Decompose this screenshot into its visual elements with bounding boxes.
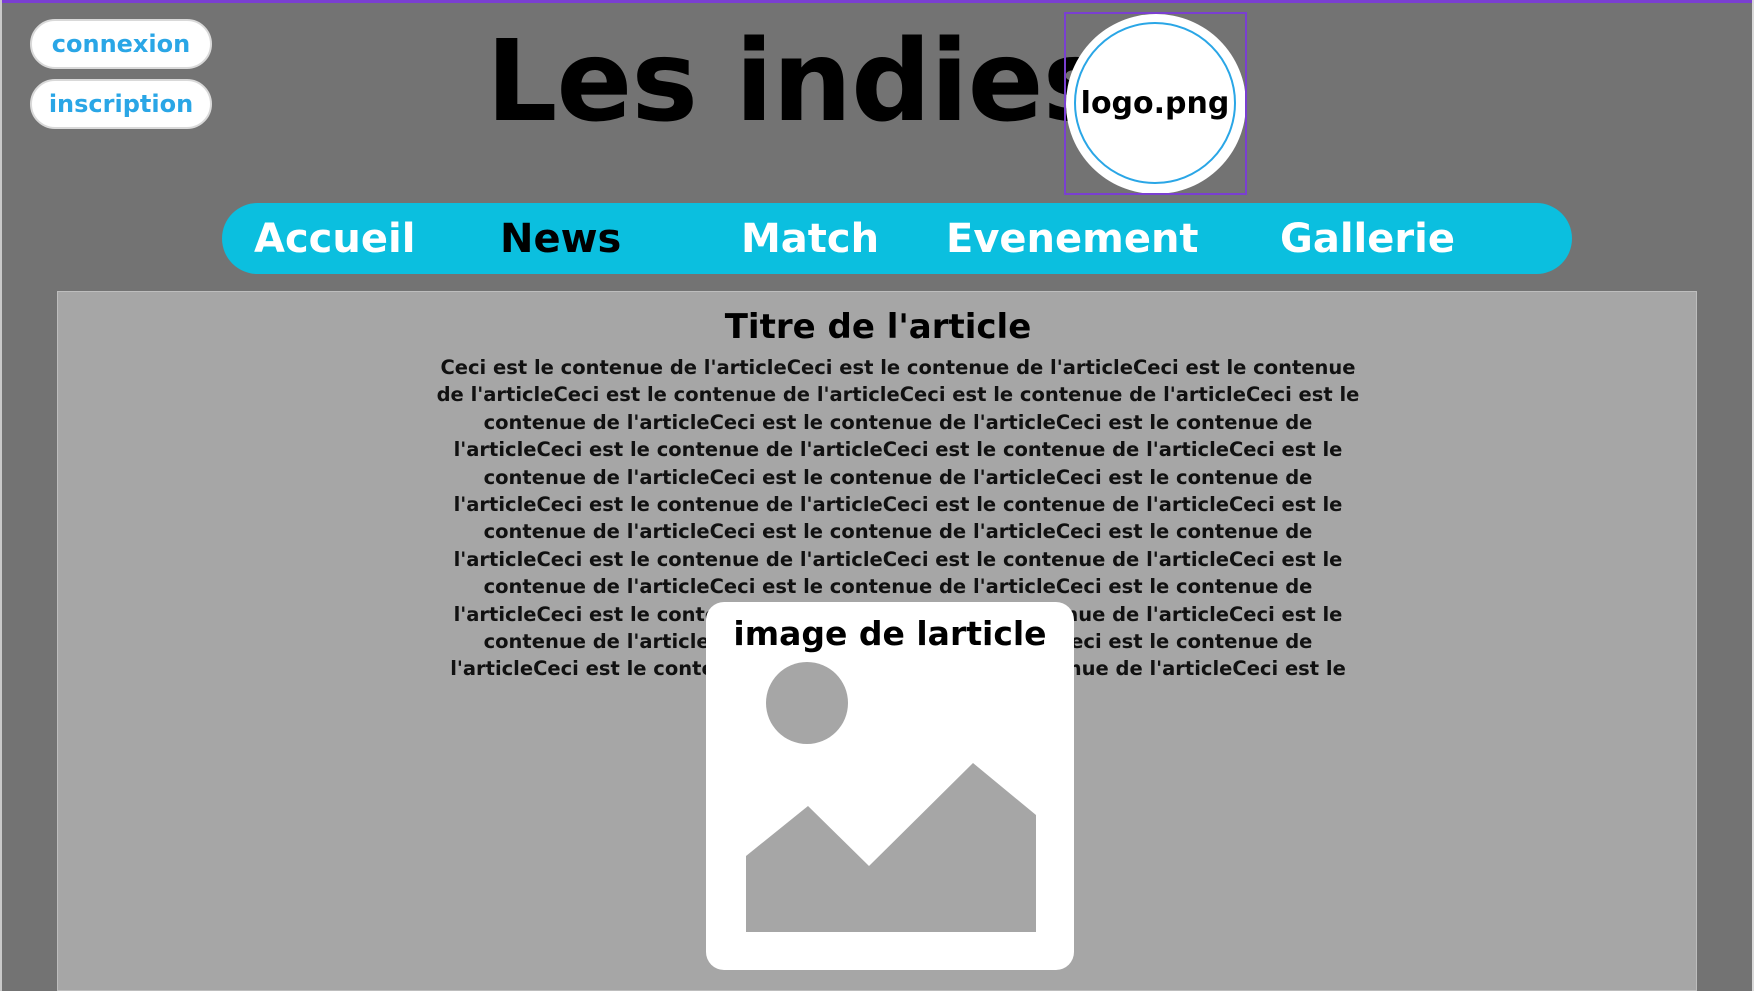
logo-selection-frame [1064, 12, 1247, 195]
register-button[interactable]: inscription [30, 79, 212, 129]
window-top-border [0, 0, 1754, 3]
site-title: Les indies [486, 17, 1109, 147]
article-image-card: image de larticle [706, 602, 1074, 970]
nav-item-gallerie[interactable]: Gallerie [1280, 203, 1455, 274]
window-left-edge [0, 0, 2, 991]
article-panel: Titre de l'article Ceci est le contenue … [57, 291, 1697, 991]
main-nav: Accueil News Match Evenement Gallerie [222, 203, 1572, 274]
nav-item-accueil[interactable]: Accueil [254, 203, 415, 274]
image-placeholder-icon [746, 662, 1036, 932]
article-image-caption: image de larticle [733, 614, 1047, 653]
nav-item-evenement[interactable]: Evenement [946, 203, 1199, 274]
article-title: Titre de l'article [724, 307, 1032, 347]
login-button[interactable]: connexion [30, 19, 212, 69]
nav-item-match[interactable]: Match [741, 203, 879, 274]
sun-circle [766, 662, 848, 744]
nav-item-news[interactable]: News [500, 203, 621, 274]
mountain-shape [746, 763, 1036, 932]
